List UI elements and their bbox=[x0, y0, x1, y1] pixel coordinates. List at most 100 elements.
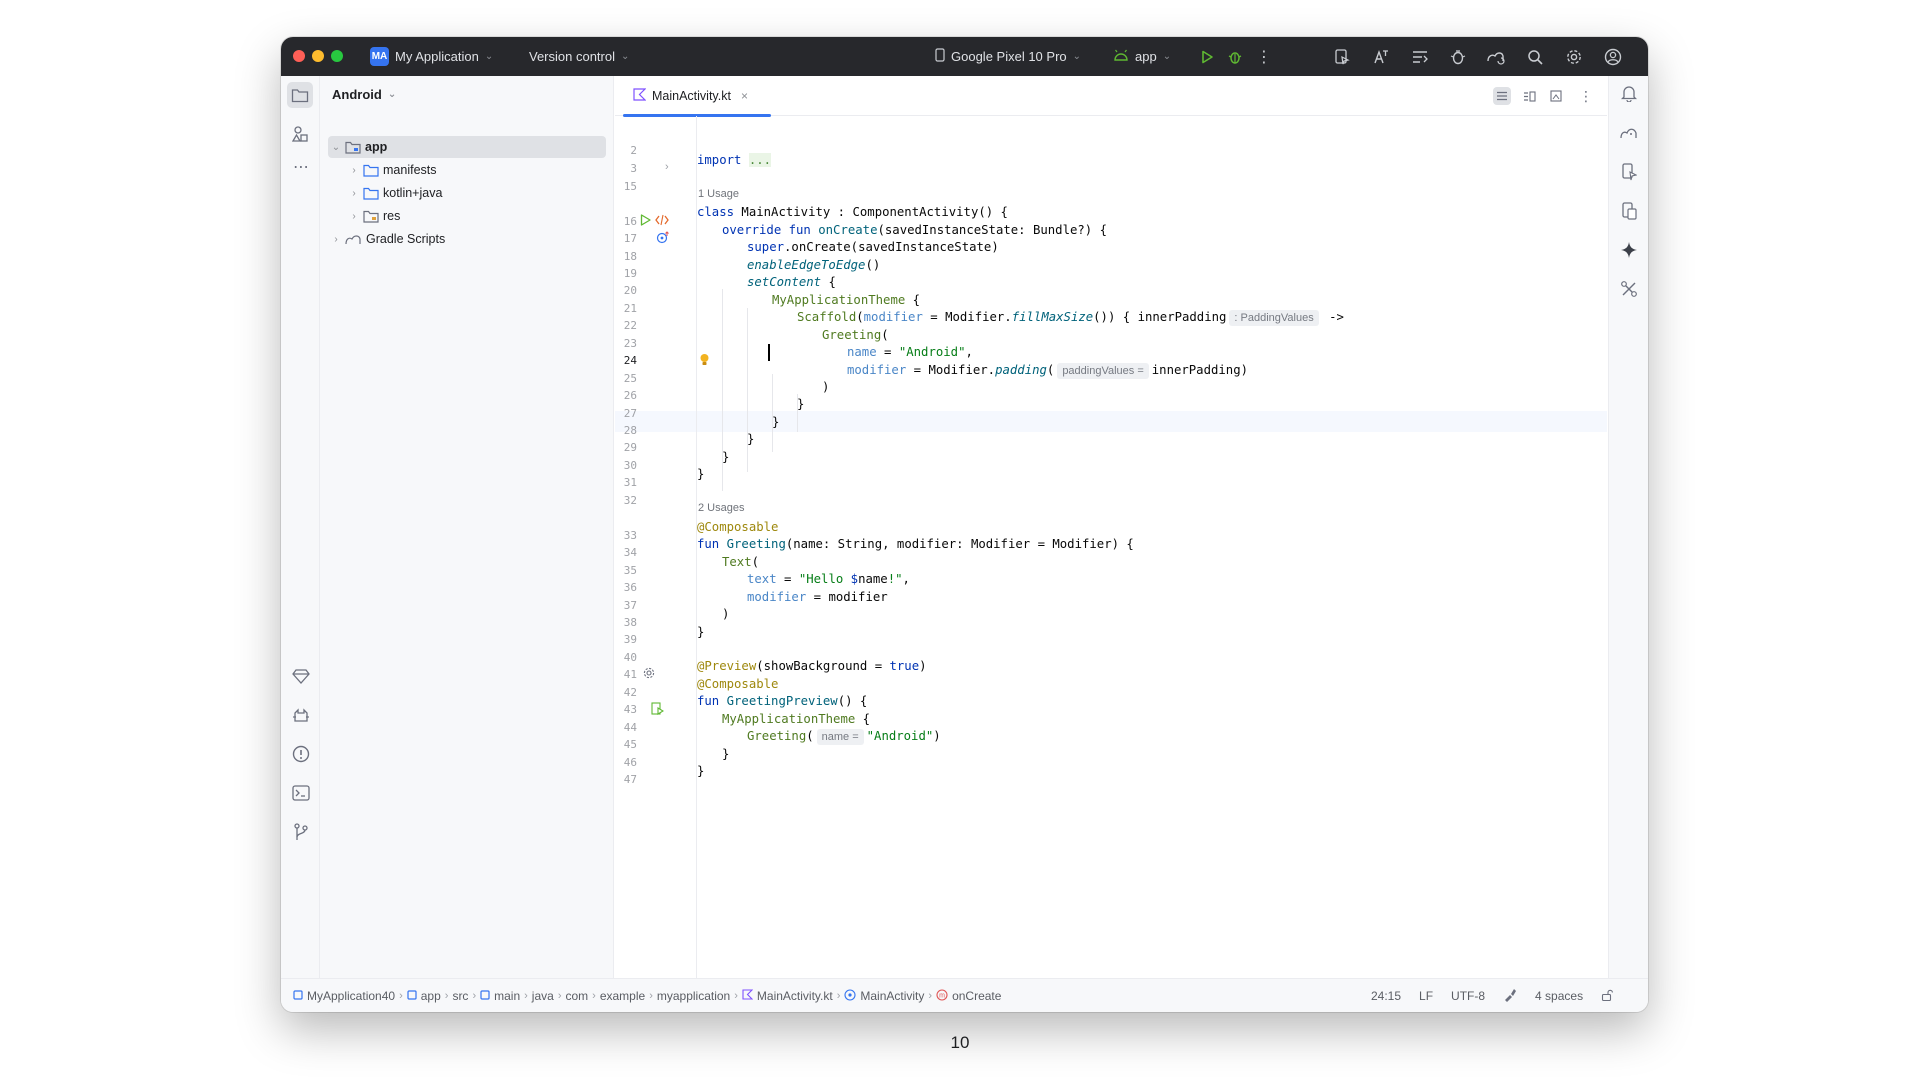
problems-icon[interactable] bbox=[290, 743, 312, 765]
git-branch-icon[interactable] bbox=[290, 821, 312, 843]
usage-hint[interactable]: 1 Usage bbox=[698, 188, 739, 200]
code-line[interactable]: class MainActivity : ComponentActivity()… bbox=[697, 202, 1008, 222]
gem-icon[interactable] bbox=[290, 665, 312, 687]
app-inspection-icon[interactable] bbox=[1448, 47, 1468, 67]
fold-chevron-icon[interactable]: › bbox=[665, 161, 669, 173]
preview-run-icon[interactable] bbox=[651, 702, 664, 715]
code-line[interactable]: } bbox=[697, 464, 704, 484]
layout-inspector-icon[interactable] bbox=[1410, 47, 1430, 67]
account-icon[interactable] bbox=[1603, 47, 1623, 67]
project-view-selector[interactable]: Android ⌄ bbox=[332, 87, 396, 102]
code-line[interactable]: setContent { bbox=[697, 272, 836, 292]
code-line[interactable]: import ... bbox=[697, 150, 772, 170]
run-gutter-icon[interactable] bbox=[640, 214, 651, 226]
notifications-icon[interactable] bbox=[1618, 82, 1640, 104]
code-token: Greeting bbox=[726, 537, 786, 551]
breadcrumb-item[interactable]: MyApplication40 bbox=[307, 989, 395, 1003]
debug-icon[interactable] bbox=[1225, 47, 1245, 67]
tab-options-icon[interactable]: ⋮ bbox=[1577, 87, 1595, 105]
read-only-lock-icon[interactable] bbox=[1601, 989, 1614, 1004]
maximize-window-button[interactable] bbox=[331, 50, 343, 62]
breadcrumb-item[interactable]: example bbox=[600, 989, 645, 1003]
close-window-button[interactable] bbox=[293, 50, 305, 62]
tab-mainactivity[interactable]: MainActivity.kt × bbox=[623, 76, 771, 117]
project-folder-icon[interactable] bbox=[287, 82, 313, 108]
translate-icon[interactable] bbox=[1371, 47, 1391, 67]
resource-manager-icon[interactable] bbox=[290, 123, 312, 145]
gradle-sync-icon[interactable] bbox=[1486, 47, 1506, 67]
chevron-right-icon[interactable]: › bbox=[330, 234, 342, 245]
breadcrumb-item[interactable]: src bbox=[452, 989, 468, 1003]
code-line[interactable]: Greeting(name = "Android") bbox=[697, 726, 941, 746]
breadcrumb-item[interactable]: myapplication bbox=[657, 989, 730, 1003]
line-number: 18 bbox=[623, 250, 637, 263]
search-icon[interactable] bbox=[1525, 47, 1545, 67]
run-icon[interactable] bbox=[1197, 47, 1217, 67]
chevron-right-icon[interactable]: › bbox=[348, 188, 360, 199]
build-variants-icon[interactable] bbox=[1618, 278, 1640, 300]
tree-item-gradle-scripts[interactable]: › Gradle Scripts bbox=[328, 228, 606, 250]
run-config-selector[interactable]: app ⌄ bbox=[1113, 37, 1171, 76]
code-line[interactable]: } bbox=[697, 761, 704, 781]
code-line[interactable]: } bbox=[697, 394, 804, 414]
device-selector[interactable]: Google Pixel 10 Pro ⌄ bbox=[935, 37, 1081, 76]
chevron-down-icon[interactable]: ⌄ bbox=[330, 142, 342, 153]
line-separator[interactable]: LF bbox=[1419, 989, 1433, 1003]
code-line[interactable]: Scaffold(modifier = Modifier.fillMaxSize… bbox=[697, 307, 1344, 327]
code-view-icon[interactable] bbox=[1493, 87, 1511, 105]
code-line[interactable]: @Preview(showBackground = true) bbox=[697, 656, 927, 676]
code-line[interactable]: } bbox=[697, 429, 754, 449]
gear-icon[interactable] bbox=[1564, 47, 1584, 67]
breadcrumb-item[interactable]: MainActivity bbox=[860, 989, 924, 1003]
indent-setting[interactable]: 4 spaces bbox=[1535, 989, 1583, 1003]
code-line[interactable]: fun GreetingPreview() { bbox=[697, 691, 867, 711]
usage-hint[interactable]: 2 Usages bbox=[698, 502, 744, 514]
code-line[interactable]: ) bbox=[697, 604, 729, 624]
logcat-icon[interactable] bbox=[290, 704, 312, 726]
more-tools-icon[interactable]: ⋯ bbox=[290, 156, 312, 178]
caret-position[interactable]: 24:15 bbox=[1371, 989, 1401, 1003]
code-style-icon[interactable] bbox=[1503, 988, 1517, 1005]
override-icon[interactable] bbox=[656, 231, 670, 244]
code-token: padding bbox=[995, 363, 1047, 377]
gradle-tool-icon[interactable] bbox=[1618, 122, 1640, 144]
breadcrumb-item[interactable]: com bbox=[565, 989, 588, 1003]
close-icon[interactable]: × bbox=[741, 89, 748, 103]
device-manager-icon[interactable] bbox=[1332, 47, 1352, 67]
breadcrumb-item[interactable]: MainActivity.kt bbox=[757, 989, 833, 1003]
code-token: (name: String, modifier: Modifier = Modi… bbox=[785, 537, 1134, 551]
minimize-window-button[interactable] bbox=[312, 50, 324, 62]
left-tool-strip: ⋯ bbox=[281, 76, 320, 978]
tree-item-res[interactable]: › res bbox=[328, 205, 606, 227]
version-control-menu[interactable]: Version control ⌄ bbox=[529, 37, 629, 76]
tree-item-label: manifests bbox=[383, 163, 437, 177]
device-manager-icon[interactable] bbox=[1618, 161, 1640, 183]
breadcrumb-item[interactable]: main bbox=[494, 989, 520, 1003]
code-line[interactable]: name = "Android", bbox=[697, 342, 973, 362]
chevron-right-icon[interactable]: › bbox=[348, 211, 360, 222]
more-actions-icon[interactable]: ⋮ bbox=[1254, 47, 1274, 67]
project-selector[interactable]: MA My Application ⌄ bbox=[370, 37, 493, 76]
chevron-right-icon[interactable]: › bbox=[348, 165, 360, 176]
chevron-down-icon: ⌄ bbox=[621, 51, 630, 62]
breadcrumb-item[interactable]: onCreate bbox=[952, 989, 1001, 1003]
compose-icon[interactable] bbox=[655, 214, 669, 226]
running-devices-icon[interactable] bbox=[1618, 200, 1640, 222]
terminal-icon[interactable] bbox=[290, 782, 312, 804]
breadcrumb-item[interactable]: app bbox=[421, 989, 441, 1003]
code-line[interactable]: super.onCreate(savedInstanceState) bbox=[697, 237, 999, 257]
tree-item-app[interactable]: ⌄ app bbox=[328, 136, 606, 158]
breadcrumb-item[interactable]: java bbox=[532, 989, 554, 1003]
code-token: modifier bbox=[747, 590, 807, 604]
split-view-icon[interactable] bbox=[1520, 87, 1538, 105]
file-encoding[interactable]: UTF-8 bbox=[1451, 989, 1485, 1003]
code-line[interactable]: text = "Hello $name!", bbox=[697, 569, 910, 589]
code-line[interactable]: fun Greeting(name: String, modifier: Mod… bbox=[697, 534, 1134, 554]
gemini-sparkle-icon[interactable] bbox=[1618, 239, 1640, 261]
tree-item-manifests[interactable]: › manifests bbox=[328, 159, 606, 181]
preview-settings-icon[interactable] bbox=[643, 667, 655, 679]
folded-imports[interactable]: ... bbox=[748, 153, 772, 167]
tree-item-kotlin-java[interactable]: › kotlin+java bbox=[328, 182, 606, 204]
code-line[interactable]: } bbox=[697, 622, 704, 642]
design-view-icon[interactable] bbox=[1547, 87, 1565, 105]
